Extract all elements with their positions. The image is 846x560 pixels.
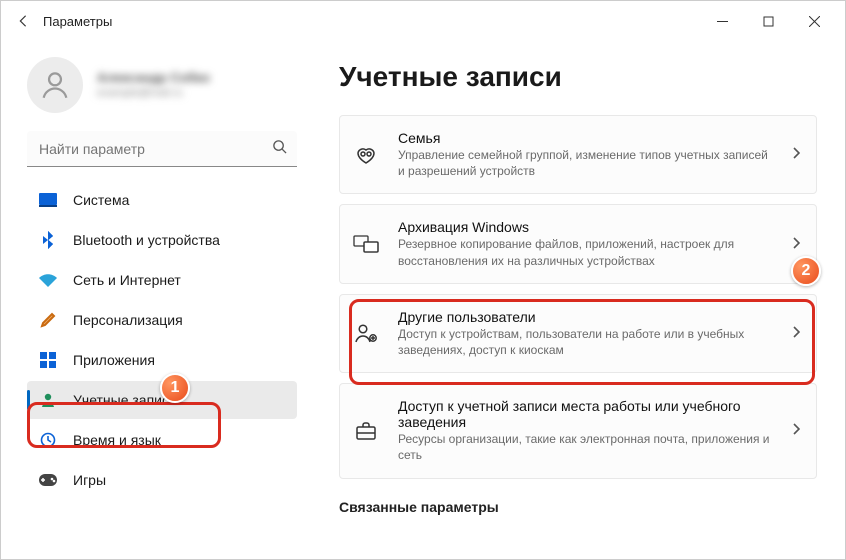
search-icon	[272, 139, 287, 159]
related-heading: Связанные параметры	[339, 499, 817, 515]
game-icon	[39, 471, 57, 489]
sidebar-item-label: Bluetooth и устройства	[73, 232, 220, 248]
settings-card-backup[interactable]: Архивация Windows Резервное копирование …	[339, 204, 817, 283]
sidebar-item-game[interactable]: Игры	[27, 461, 297, 499]
sidebar-item-brush[interactable]: Персонализация	[27, 301, 297, 339]
settings-card-briefcase[interactable]: Доступ к учетной записи места работы или…	[339, 383, 817, 478]
bluetooth-icon	[39, 231, 57, 249]
apps-icon	[39, 351, 57, 369]
family-icon	[352, 144, 380, 166]
card-title: Архивация Windows	[398, 219, 774, 235]
maximize-button[interactable]	[745, 5, 791, 37]
clock-icon	[39, 431, 57, 449]
sidebar-item-label: Приложения	[73, 352, 155, 368]
back-button[interactable]	[9, 7, 37, 35]
card-desc: Резервное копирование файлов, приложений…	[398, 236, 774, 268]
sidebar-item-label: Персонализация	[73, 312, 183, 328]
settings-card-otherusers[interactable]: Другие пользователи Доступ к устройствам…	[339, 294, 817, 373]
sidebar-item-bluetooth[interactable]: Bluetooth и устройства	[27, 221, 297, 259]
profile-block[interactable]: Александр Собко example@mail.ru	[27, 51, 297, 131]
minimize-button[interactable]	[699, 5, 745, 37]
person-icon	[39, 391, 57, 409]
card-title: Другие пользователи	[398, 309, 774, 325]
search-box[interactable]	[27, 131, 297, 167]
avatar	[27, 57, 83, 113]
sidebar-item-label: Учетные записи	[73, 392, 177, 408]
card-desc: Ресурсы организации, такие как электронн…	[398, 431, 774, 463]
chevron-right-icon	[792, 326, 800, 341]
profile-name: Александр Собко	[97, 69, 210, 87]
wifi-icon	[39, 271, 57, 289]
backup-icon	[352, 234, 380, 254]
card-title: Доступ к учетной записи места работы или…	[398, 398, 774, 430]
settings-card-family[interactable]: Семья Управление семейной группой, измен…	[339, 115, 817, 194]
search-input[interactable]	[27, 131, 297, 167]
sidebar-item-apps[interactable]: Приложения	[27, 341, 297, 379]
sidebar-item-person[interactable]: Учетные записи	[27, 381, 297, 419]
card-desc: Доступ к устройствам, пользователи на ра…	[398, 326, 774, 358]
system-icon	[39, 191, 57, 209]
card-desc: Управление семейной группой, изменение т…	[398, 147, 774, 179]
sidebar-item-label: Система	[73, 192, 129, 208]
brush-icon	[39, 311, 57, 329]
otherusers-icon	[352, 322, 380, 344]
sidebar-item-label: Время и язык	[73, 432, 161, 448]
sidebar-item-label: Игры	[73, 472, 106, 488]
chevron-right-icon	[792, 237, 800, 252]
main-panel: Учетные записи Семья Управление семейной…	[311, 41, 845, 559]
sidebar-item-system[interactable]: Система	[27, 181, 297, 219]
close-button[interactable]	[791, 5, 837, 37]
sidebar-item-label: Сеть и Интернет	[73, 272, 181, 288]
sidebar-nav: Система Bluetooth и устройства Сеть и Ин…	[27, 181, 297, 499]
profile-email: example@mail.ru	[97, 86, 210, 101]
sidebar-item-wifi[interactable]: Сеть и Интернет	[27, 261, 297, 299]
briefcase-icon	[352, 421, 380, 441]
title-bar: Параметры	[1, 1, 845, 41]
chevron-right-icon	[792, 147, 800, 162]
sidebar: Александр Собко example@mail.ru Система …	[1, 41, 311, 559]
app-title: Параметры	[43, 14, 112, 29]
chevron-right-icon	[792, 423, 800, 438]
page-heading: Учетные записи	[339, 61, 817, 93]
card-title: Семья	[398, 130, 774, 146]
sidebar-item-clock[interactable]: Время и язык	[27, 421, 297, 459]
